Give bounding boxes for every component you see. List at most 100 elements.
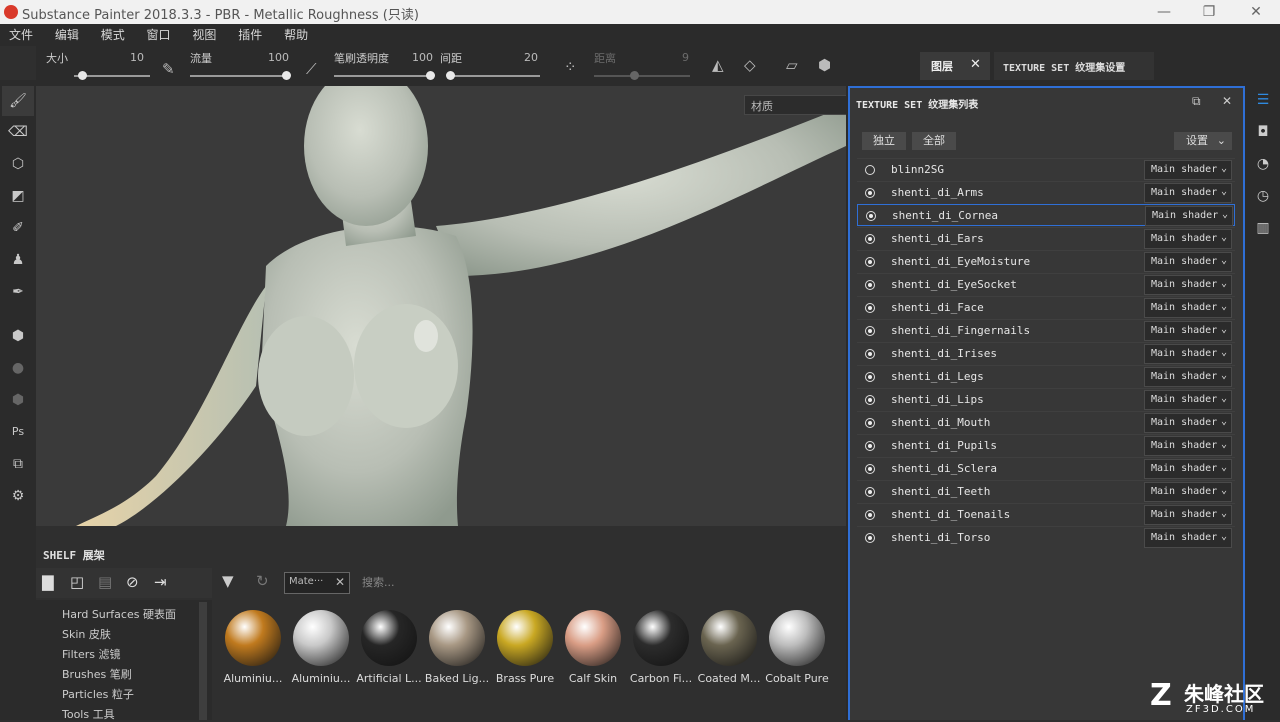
visibility-radio[interactable] — [865, 464, 875, 474]
shader-dropdown[interactable]: Main shader ⌄ — [1144, 367, 1232, 387]
smudge-icon[interactable]: ✐ — [8, 218, 28, 238]
size-value[interactable]: 10 — [130, 51, 144, 64]
material-thumbnail[interactable]: Baked Lig... — [424, 610, 490, 685]
camera-mode-icon[interactable]: ▱ — [786, 56, 798, 74]
spacing-slider[interactable] — [450, 75, 540, 77]
shader-dropdown[interactable]: Main shader ⌄ — [1144, 528, 1232, 548]
color-picker-icon[interactable]: ✒ — [8, 282, 28, 302]
material-thumbnail[interactable]: Brass Pure — [492, 610, 558, 685]
material-thumbnail[interactable]: Aluminiu... — [220, 610, 286, 685]
shader-dropdown[interactable]: Main shader ⌄ — [1144, 252, 1232, 272]
visibility-radio[interactable] — [865, 395, 875, 405]
opacity-value[interactable]: 100 — [412, 51, 433, 64]
symmetry-icon[interactable]: ◭ — [712, 56, 724, 74]
flow-slider[interactable] — [190, 75, 286, 77]
flow-slider-handle[interactable] — [282, 71, 291, 80]
float-panel-icon[interactable]: ⧉ — [1192, 94, 1201, 109]
texture-set-row[interactable]: shenti_di_Lips Main shader ⌄ — [857, 388, 1235, 410]
solo-button[interactable]: 独立 — [862, 132, 906, 150]
visibility-radio[interactable] — [865, 280, 875, 290]
settings-dropdown[interactable]: 设置 ⌄ — [1174, 132, 1232, 150]
visibility-radio[interactable] — [865, 441, 875, 451]
shader-dropdown[interactable]: Main shader ⌄ — [1144, 482, 1232, 502]
texture-set-row[interactable]: shenti_di_Toenails Main shader ⌄ — [857, 503, 1235, 525]
material-thumbnail[interactable]: Artificial L... — [356, 610, 422, 685]
clone-stamp-icon[interactable]: ♟ — [8, 250, 28, 270]
visibility-radio[interactable] — [865, 257, 875, 267]
category-brushes[interactable]: Brushes 笔刷 — [62, 666, 132, 682]
log-icon[interactable]: ▥ — [1253, 218, 1273, 238]
texture-set-row[interactable]: shenti_di_Fingernails Main shader ⌄ — [857, 319, 1235, 341]
texture-set-row[interactable]: shenti_di_Mouth Main shader ⌄ — [857, 411, 1235, 433]
folder-icon[interactable]: ▇ — [42, 573, 54, 591]
bake-icon[interactable]: ⬢ — [8, 326, 28, 346]
texture-set-row[interactable]: shenti_di_Ears Main shader ⌄ — [857, 227, 1235, 249]
layers-icon[interactable]: ☰ — [1253, 90, 1273, 110]
material-thumbnail[interactable]: Cobalt Pure — [764, 610, 830, 685]
chip-close-icon[interactable]: ✕ — [335, 575, 345, 589]
shader-dropdown[interactable]: Main shader ⌄ — [1144, 160, 1232, 180]
texture-set-row[interactable]: shenti_di_Arms Main shader ⌄ — [857, 181, 1235, 203]
visibility-radio[interactable] — [865, 188, 875, 198]
display-settings-icon[interactable]: ◔ — [1253, 154, 1273, 174]
photoshop-export-icon[interactable]: Ps — [8, 422, 28, 442]
history-icon[interactable]: ◷ — [1253, 186, 1273, 206]
import-icon[interactable]: ⇥ — [154, 573, 167, 591]
opacity-slider[interactable] — [334, 75, 430, 77]
new-folder-icon[interactable]: ◰ — [70, 573, 84, 591]
pen-pressure-icon[interactable]: ✎ — [162, 60, 175, 78]
texture-set-row[interactable]: shenti_di_Irises Main shader ⌄ — [857, 342, 1235, 364]
visibility-radio[interactable] — [865, 487, 875, 497]
shader-dropdown[interactable]: Main shader ⌄ — [1144, 505, 1232, 525]
menu-window[interactable]: 窗口 — [138, 24, 180, 46]
3d-view-icon[interactable]: ⬢ — [818, 56, 831, 74]
tab-close-icon[interactable]: ✕ — [970, 57, 981, 72]
menu-view[interactable]: 视图 — [183, 24, 225, 46]
texture-set-row[interactable]: blinn2SG Main shader ⌄ — [857, 158, 1235, 180]
texture-set-row[interactable]: shenti_di_Cornea Main shader ⌄ — [857, 204, 1235, 226]
shader-dropdown[interactable]: Main shader ⌄ — [1144, 413, 1232, 433]
visibility-radio[interactable] — [865, 234, 875, 244]
close-window-button[interactable]: ✕ — [1242, 2, 1270, 22]
visibility-radio[interactable] — [865, 326, 875, 336]
visibility-radio[interactable] — [865, 303, 875, 313]
texture-set-row[interactable]: shenti_di_EyeSocket Main shader ⌄ — [857, 273, 1235, 295]
texture-settings-icon[interactable]: ◘ — [1253, 122, 1273, 142]
shader-dropdown[interactable]: Main shader ⌄ — [1144, 436, 1232, 456]
eraser-icon[interactable]: ⌫ — [8, 122, 28, 142]
spacing-value[interactable]: 20 — [524, 51, 538, 64]
3d-viewport[interactable]: 材质 — [36, 86, 846, 526]
shader-dropdown[interactable]: Main shader ⌄ — [1144, 390, 1232, 410]
polygon-fill-icon[interactable]: ◩ — [8, 186, 28, 206]
texture-set-row[interactable]: shenti_di_Teeth Main shader ⌄ — [857, 480, 1235, 502]
material-thumbnail[interactable]: Calf Skin — [560, 610, 626, 685]
shader-dropdown[interactable]: Main shader ⌄ — [1144, 183, 1232, 203]
shader-dropdown[interactable]: Main shader ⌄ — [1144, 298, 1232, 318]
categories-scrollbar[interactable] — [199, 602, 207, 720]
size-slider-handle[interactable] — [77, 71, 87, 80]
texture-set-row[interactable]: shenti_di_Torso Main shader ⌄ — [857, 526, 1235, 548]
menu-edit[interactable]: 编辑 — [46, 24, 88, 46]
visibility-radio[interactable] — [865, 372, 875, 382]
visibility-radio[interactable] — [865, 349, 875, 359]
settings-icon[interactable]: ⚙ — [8, 486, 28, 506]
projection-icon[interactable]: ⬡ — [8, 154, 28, 174]
material-thumbnail[interactable]: Aluminiu... — [288, 610, 354, 685]
viewport-channel-select[interactable]: 材质 — [744, 95, 846, 115]
shelf-search-input[interactable]: 搜索... — [362, 574, 395, 590]
menu-plugins[interactable]: 插件 — [229, 24, 271, 46]
close-panel-icon[interactable]: ✕ — [1222, 94, 1232, 108]
hide-icon[interactable]: ⊘ — [126, 573, 139, 591]
tab-texture-set-settings[interactable]: TEXTURE SET 纹理集设置 — [994, 52, 1154, 80]
opacity-slider-handle[interactable] — [426, 71, 435, 80]
menu-mode[interactable]: 模式 — [92, 24, 134, 46]
shader-dropdown[interactable]: Main shader ⌄ — [1145, 206, 1233, 226]
category-skin[interactable]: Skin 皮肤 — [62, 626, 111, 642]
menu-help[interactable]: 帮助 — [275, 24, 317, 46]
tab-layers[interactable]: 图层 ✕ — [920, 52, 990, 80]
database-icon[interactable]: ▤ — [98, 573, 112, 591]
minimize-button[interactable]: — — [1150, 2, 1178, 22]
shader-dropdown[interactable]: Main shader ⌄ — [1144, 459, 1232, 479]
viewer-icon[interactable]: ⧉ — [8, 454, 28, 474]
material-thumbnail[interactable]: Carbon Fi... — [628, 610, 694, 685]
